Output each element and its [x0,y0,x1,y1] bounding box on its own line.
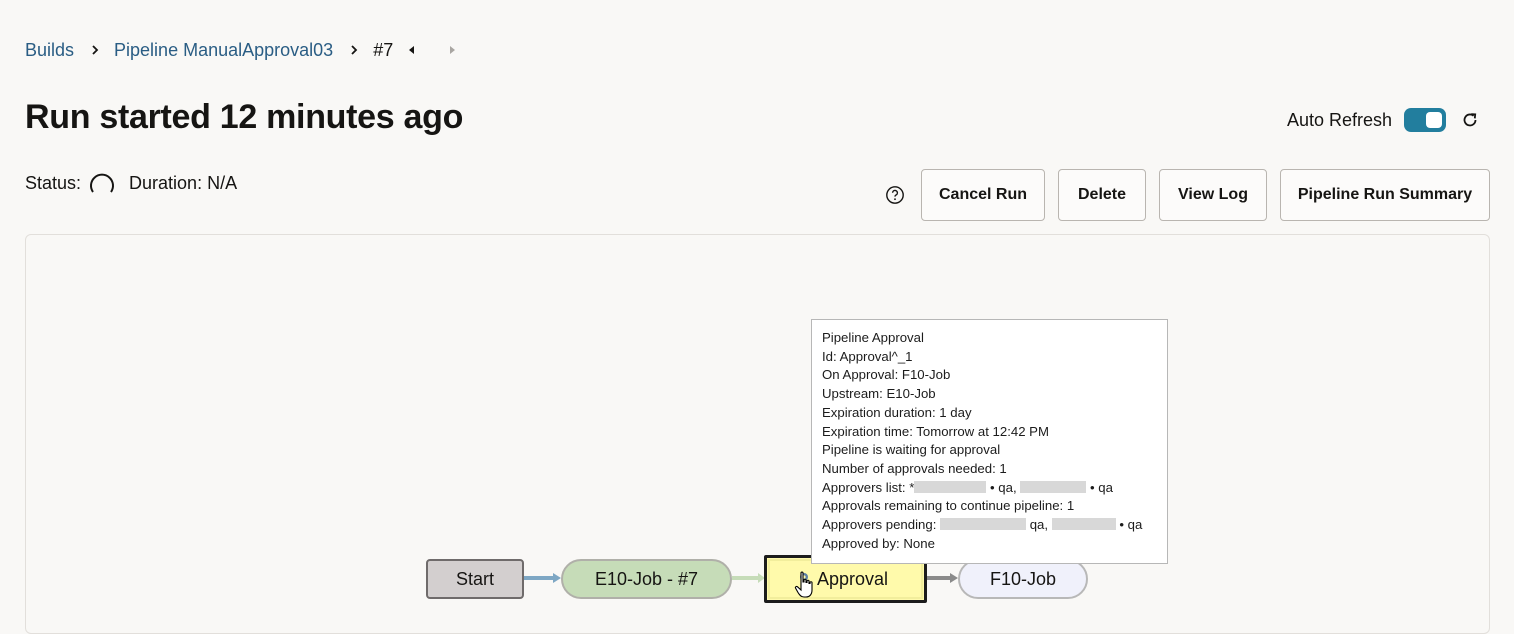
tooltip-on-approval: On Approval: F10-Job [822,367,951,383]
hand-pointer-icon [794,571,813,598]
edge-start-e10 [524,576,554,580]
redacted-name [940,518,1027,531]
approvers-pending-end: • qa [1115,517,1143,533]
node-label: E10-Job - #7 [594,568,699,589]
approvers-list-end: • qa [1086,479,1113,495]
node-label: F10-Job [989,568,1057,589]
toggle-knob [1426,112,1442,128]
node-label: Approval [816,568,889,589]
pipeline-node-e10-job[interactable]: E10-Job - #7 [561,559,732,599]
auto-refresh: Auto Refresh [1287,108,1480,132]
auto-refresh-toggle[interactable] [1404,108,1446,132]
approvers-pending-separator: qa, [1026,517,1052,533]
edge-e10-approval [732,576,759,580]
tooltip-expiration-time: Expiration time: Tomorrow at 12:42 PM [822,423,1049,439]
breadcrumb-builds-link[interactable]: Builds [25,40,74,61]
tooltip-waiting: Pipeline is waiting for approval [822,442,1001,458]
chevron-right-icon [92,45,99,55]
tooltip-approvers-list: Approvers list: * • qa, • qa [822,479,1157,498]
status-label: Status: [25,172,82,193]
approvers-list-separator: • qa, [986,479,1021,495]
redacted-name [1051,518,1116,531]
edge-arrowhead [950,573,958,583]
auto-refresh-label: Auto Refresh [1286,109,1392,130]
caret-left-icon[interactable] [407,43,417,57]
cancel-run-button[interactable]: Cancel Run [921,169,1045,221]
redacted-name [1020,480,1087,493]
node-label: Start [455,568,494,589]
duration-text: Duration: N/A [129,172,238,193]
tooltip-approved-by: Approved by: None [822,535,935,551]
tooltip-title: Pipeline Approval [822,330,924,345]
status-line: Status: Duration: N/A [25,170,237,196]
approvers-list-label: Approvers list: * [822,479,915,495]
chevron-right-icon [351,45,358,55]
tooltip-upstream: Upstream: E10-Job [822,386,936,402]
edge-arrowhead [553,573,561,583]
view-log-button[interactable]: View Log [1159,169,1267,221]
help-icon[interactable] [885,185,905,205]
edge-approval-f10 [927,576,951,580]
breadcrumb-pipeline-link[interactable]: Pipeline ManualApproval03 [114,40,333,61]
approval-tooltip: Pipeline Approval Id: Approval^_1 On App… [811,319,1168,564]
tooltip-approvals-needed: Number of approvals needed: 1 [822,460,1007,476]
breadcrumb-run-number: #7 [373,39,394,60]
caret-right-icon[interactable] [447,43,457,57]
pipeline-node-start[interactable]: Start [426,559,524,599]
tooltip-approvers-pending: Approvers pending: qa, • qa [822,516,1157,535]
tooltip-id: Id: Approval^_1 [822,348,913,364]
spinner-icon [90,173,114,193]
page-title: Run started 12 minutes ago [25,98,464,136]
refresh-icon[interactable] [1460,110,1480,130]
approvers-pending-label: Approvers pending: [822,517,941,533]
breadcrumb: Builds Pipeline ManualApproval03 #7 [25,38,457,62]
run-navigation [407,43,457,57]
pipeline-node-f10-job[interactable]: F10-Job [958,559,1088,599]
tooltip-expiration-duration: Expiration duration: 1 day [822,404,972,420]
redacted-name [914,480,987,493]
tooltip-approvals-remaining: Approvals remaining to continue pipeline… [822,498,1075,514]
delete-button[interactable]: Delete [1058,169,1146,221]
pipeline-run-summary-button[interactable]: Pipeline Run Summary [1280,169,1490,221]
